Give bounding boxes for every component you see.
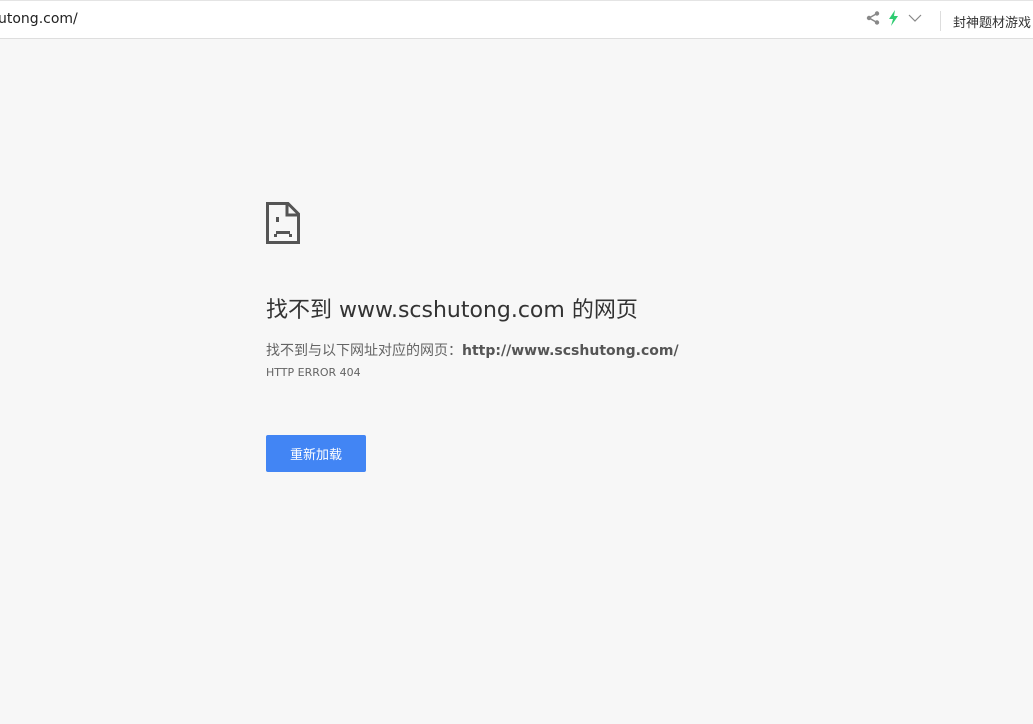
side-link[interactable]: 封神题材游戏: [953, 12, 1031, 31]
reload-button[interactable]: 重新加载: [266, 435, 366, 472]
sad-page-icon: [266, 202, 300, 244]
page-title: 找不到 www.scshutong.com 的网页: [266, 298, 638, 323]
error-code: HTTP ERROR 404: [266, 366, 361, 379]
divider: [940, 11, 941, 31]
chevron-down-icon[interactable]: [908, 13, 922, 23]
failed-url: http://www.scshutong.com/: [462, 343, 679, 359]
error-description: 找不到与以下网址对应的网页：http://www.scshutong.com/: [266, 340, 679, 360]
description-text: 找不到与以下网址对应的网页：: [266, 343, 462, 359]
lightning-icon[interactable]: [888, 10, 900, 26]
share-icon[interactable]: [866, 11, 880, 25]
url-field[interactable]: utong.com/: [0, 11, 78, 27]
address-bar: utong.com/ 封神题材游戏: [0, 0, 1033, 39]
